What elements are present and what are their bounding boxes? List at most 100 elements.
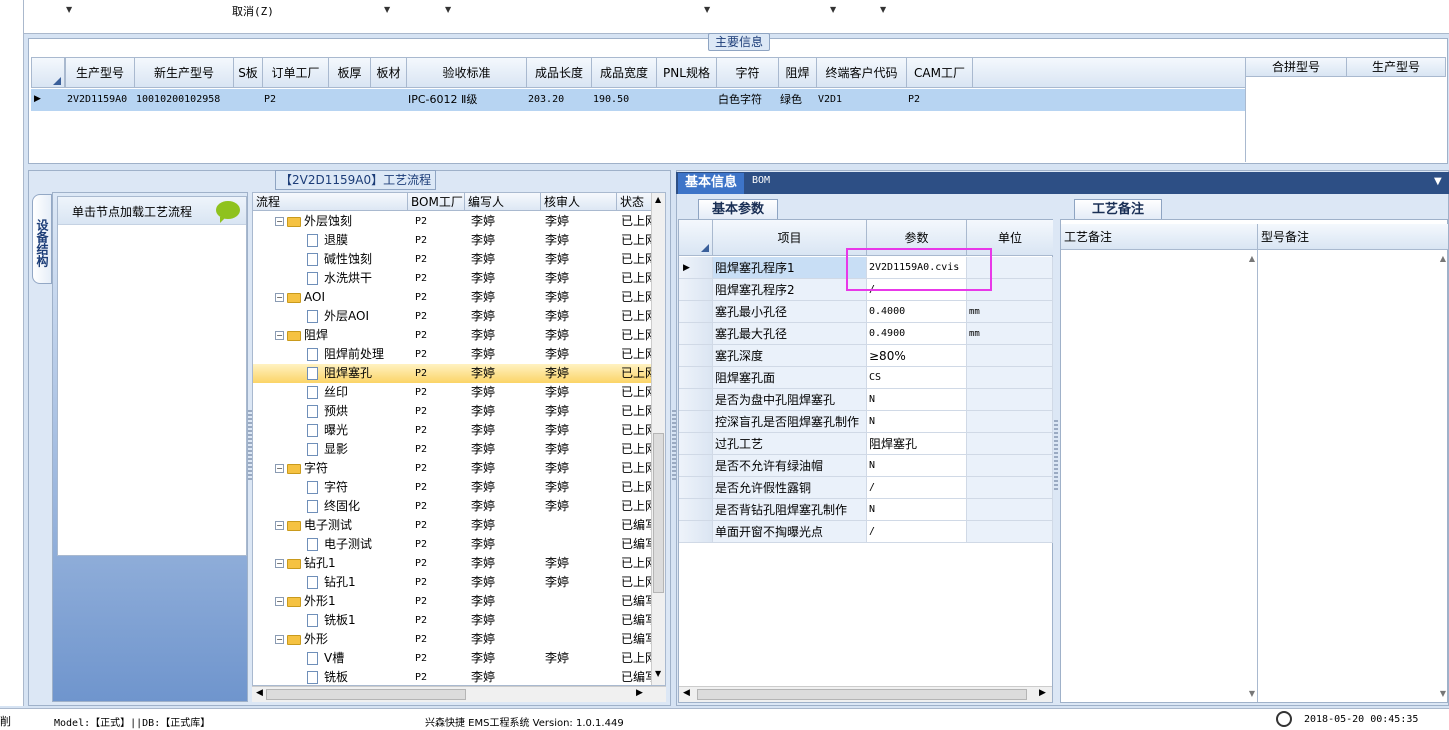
param-row[interactable]: 阻焊塞孔面 CS <box>679 367 1053 389</box>
row-selector[interactable] <box>679 345 713 367</box>
column-header[interactable]: 订单工厂 <box>262 57 328 88</box>
scroll-right-icon[interactable]: ▶ <box>1039 688 1046 698</box>
param-row[interactable]: 是否背钻孔阻焊塞孔制作 N <box>679 499 1053 521</box>
param-value[interactable]: 0.4900 <box>867 323 967 345</box>
tree-row[interactable]: − 字符 P2 李婷 李婷 已上网 <box>253 459 651 478</box>
param-row[interactable]: 塞孔深度 ≥80% <box>679 345 1053 367</box>
param-value[interactable]: 0.4000 <box>867 301 967 323</box>
param-value[interactable]: N <box>867 455 967 477</box>
scroll-right-icon[interactable]: ▶ <box>636 688 643 698</box>
collapse-icon[interactable]: − <box>275 521 284 530</box>
tree-row[interactable]: 丝印 P2 李婷 李婷 已上网 <box>253 383 651 402</box>
process-remark-textarea[interactable]: ▲ ▼ <box>1061 250 1258 702</box>
row-selector[interactable] <box>679 411 713 433</box>
splitter-handle[interactable] <box>672 410 676 480</box>
tree-row[interactable]: 水洗烘干 P2 李婷 李婷 已上网 <box>253 269 651 288</box>
param-value[interactable]: N <box>867 389 967 411</box>
row-selector[interactable] <box>679 521 713 543</box>
equipment-structure-tab[interactable]: 设备结构 <box>32 194 52 284</box>
tree-row[interactable]: − 阻焊 P2 李婷 李婷 已上网 <box>253 326 651 345</box>
param-value[interactable]: CS <box>867 367 967 389</box>
scroll-down-icon[interactable]: ▼ <box>655 669 661 678</box>
column-header[interactable]: 验收标准 <box>406 57 526 88</box>
tree-row[interactable]: 铣板1 P2 李婷 已编写 <box>253 611 651 630</box>
column-header[interactable]: 板厚 <box>328 57 370 88</box>
param-value[interactable]: / <box>867 521 967 543</box>
param-row[interactable]: 单面开窗不掏曝光点 / <box>679 521 1053 543</box>
row-selector-header[interactable] <box>31 57 65 88</box>
param-value[interactable]: / <box>867 477 967 499</box>
tree-row[interactable]: − 电子测试 P2 李婷 已编写 <box>253 516 651 535</box>
tree-row[interactable]: − 外层蚀刻 P2 李婷 李婷 已上网 <box>253 212 651 231</box>
params-horizontal-scrollbar[interactable]: ◀ ▶ <box>679 686 1052 702</box>
column-header[interactable]: PNL规格 <box>656 57 716 88</box>
tree-row[interactable]: 预烘 P2 李婷 李婷 已上网 <box>253 402 651 421</box>
chevron-down-icon[interactable]: ▼ <box>66 5 72 14</box>
row-selector[interactable] <box>679 279 713 301</box>
collapse-icon[interactable]: − <box>275 635 284 644</box>
tab-process-remark[interactable]: 工艺备注 <box>1074 199 1162 219</box>
chevron-down-icon[interactable]: ▼ <box>384 5 390 14</box>
params-selector-header[interactable] <box>679 220 713 256</box>
param-row[interactable]: 控深盲孔是否阻焊塞孔制作 N <box>679 411 1053 433</box>
cancel-button[interactable]: 取消(Z) <box>232 3 274 19</box>
column-header[interactable]: CAM工厂 <box>906 57 972 88</box>
row-selector[interactable] <box>679 367 713 389</box>
tree-horizontal-scrollbar[interactable]: ◀ ▶ <box>252 686 666 702</box>
param-row[interactable]: 塞孔最小孔径 0.4000 mm <box>679 301 1053 323</box>
tree-row[interactable]: 阻焊塞孔 P2 李婷 李婷 已上网 <box>253 364 651 383</box>
column-header[interactable]: 字符 <box>716 57 778 88</box>
row-selector[interactable] <box>679 477 713 499</box>
tab-basic-info[interactable]: 基本信息 <box>678 173 744 194</box>
collapse-icon[interactable]: − <box>275 464 284 473</box>
model-remark-textarea[interactable]: ▲ ▼ <box>1258 250 1448 702</box>
column-header[interactable]: 阻焊 <box>778 57 816 88</box>
row-selector[interactable] <box>679 389 713 411</box>
param-row[interactable]: 是否允许假性露铜 / <box>679 477 1053 499</box>
scrollbar-thumb[interactable] <box>653 433 664 593</box>
column-header[interactable]: 新生产型号 <box>134 57 233 88</box>
tree-row[interactable]: 电子测试 P2 李婷 已编写 <box>253 535 651 554</box>
tree-row[interactable]: 铣板 P2 李婷 已编写 <box>253 668 651 685</box>
param-value[interactable]: ≥80% <box>867 345 967 367</box>
collapse-icon[interactable]: − <box>275 559 284 568</box>
tree-row[interactable]: − 外形 P2 李婷 已编写 <box>253 630 651 649</box>
splitter-handle[interactable] <box>1054 420 1058 490</box>
column-header[interactable]: 生产型号 <box>65 57 134 88</box>
param-row[interactable]: 塞孔最大孔径 0.4900 mm <box>679 323 1053 345</box>
param-value[interactable]: N <box>867 499 967 521</box>
row-selector[interactable]: ▶ <box>679 257 713 279</box>
column-header[interactable]: 板材 <box>370 57 406 88</box>
tree-row[interactable]: − 钻孔1 P2 李婷 李婷 已上网 <box>253 554 651 573</box>
row-selector[interactable] <box>679 433 713 455</box>
column-header[interactable]: S板 <box>233 57 262 88</box>
chevron-down-icon[interactable]: ▼ <box>704 5 710 14</box>
tree-row[interactable]: 字符 P2 李婷 李婷 已上网 <box>253 478 651 497</box>
chevron-down-icon[interactable]: ▼ <box>880 5 886 14</box>
param-row[interactable]: 是否不允许有绿油帽 N <box>679 455 1053 477</box>
param-value[interactable]: 阻焊塞孔 <box>867 433 967 455</box>
tree-row[interactable]: 阻焊前处理 P2 李婷 李婷 已上网 <box>253 345 651 364</box>
tree-row[interactable]: 钻孔1 P2 李婷 李婷 已上网 <box>253 573 651 592</box>
tree-row[interactable]: − AOI P2 李婷 李婷 已上网 <box>253 288 651 307</box>
chevron-down-icon[interactable]: ▼ <box>1434 176 1442 187</box>
tree-row[interactable]: 曝光 P2 李婷 李婷 已上网 <box>253 421 651 440</box>
tree-row[interactable]: V槽 P2 李婷 李婷 已上网 <box>253 649 651 668</box>
scrollbar-thumb[interactable] <box>697 689 1027 700</box>
scroll-left-icon[interactable]: ◀ <box>256 688 263 698</box>
tab-bom[interactable]: BOM <box>752 175 770 186</box>
tree-vertical-scrollbar[interactable]: ▲ ▼ <box>651 193 665 685</box>
tree-row[interactable]: − 外形1 P2 李婷 已编写 <box>253 592 651 611</box>
param-value[interactable]: N <box>867 411 967 433</box>
chevron-down-icon[interactable]: ▼ <box>830 5 836 14</box>
collapse-icon[interactable]: − <box>275 293 284 302</box>
param-row[interactable]: 是否为盘中孔阻焊塞孔 N <box>679 389 1053 411</box>
scroll-left-icon[interactable]: ◀ <box>683 688 690 698</box>
collapse-icon[interactable]: − <box>275 217 284 226</box>
tree-row[interactable]: 退膜 P2 李婷 李婷 已上网 <box>253 231 651 250</box>
row-selector[interactable] <box>679 323 713 345</box>
chevron-down-icon[interactable]: ▼ <box>445 5 451 14</box>
param-row[interactable]: 过孔工艺 阻焊塞孔 <box>679 433 1053 455</box>
tree-row[interactable]: 碱性蚀刻 P2 李婷 李婷 已上网 <box>253 250 651 269</box>
tab-basic-params[interactable]: 基本参数 <box>698 199 778 219</box>
